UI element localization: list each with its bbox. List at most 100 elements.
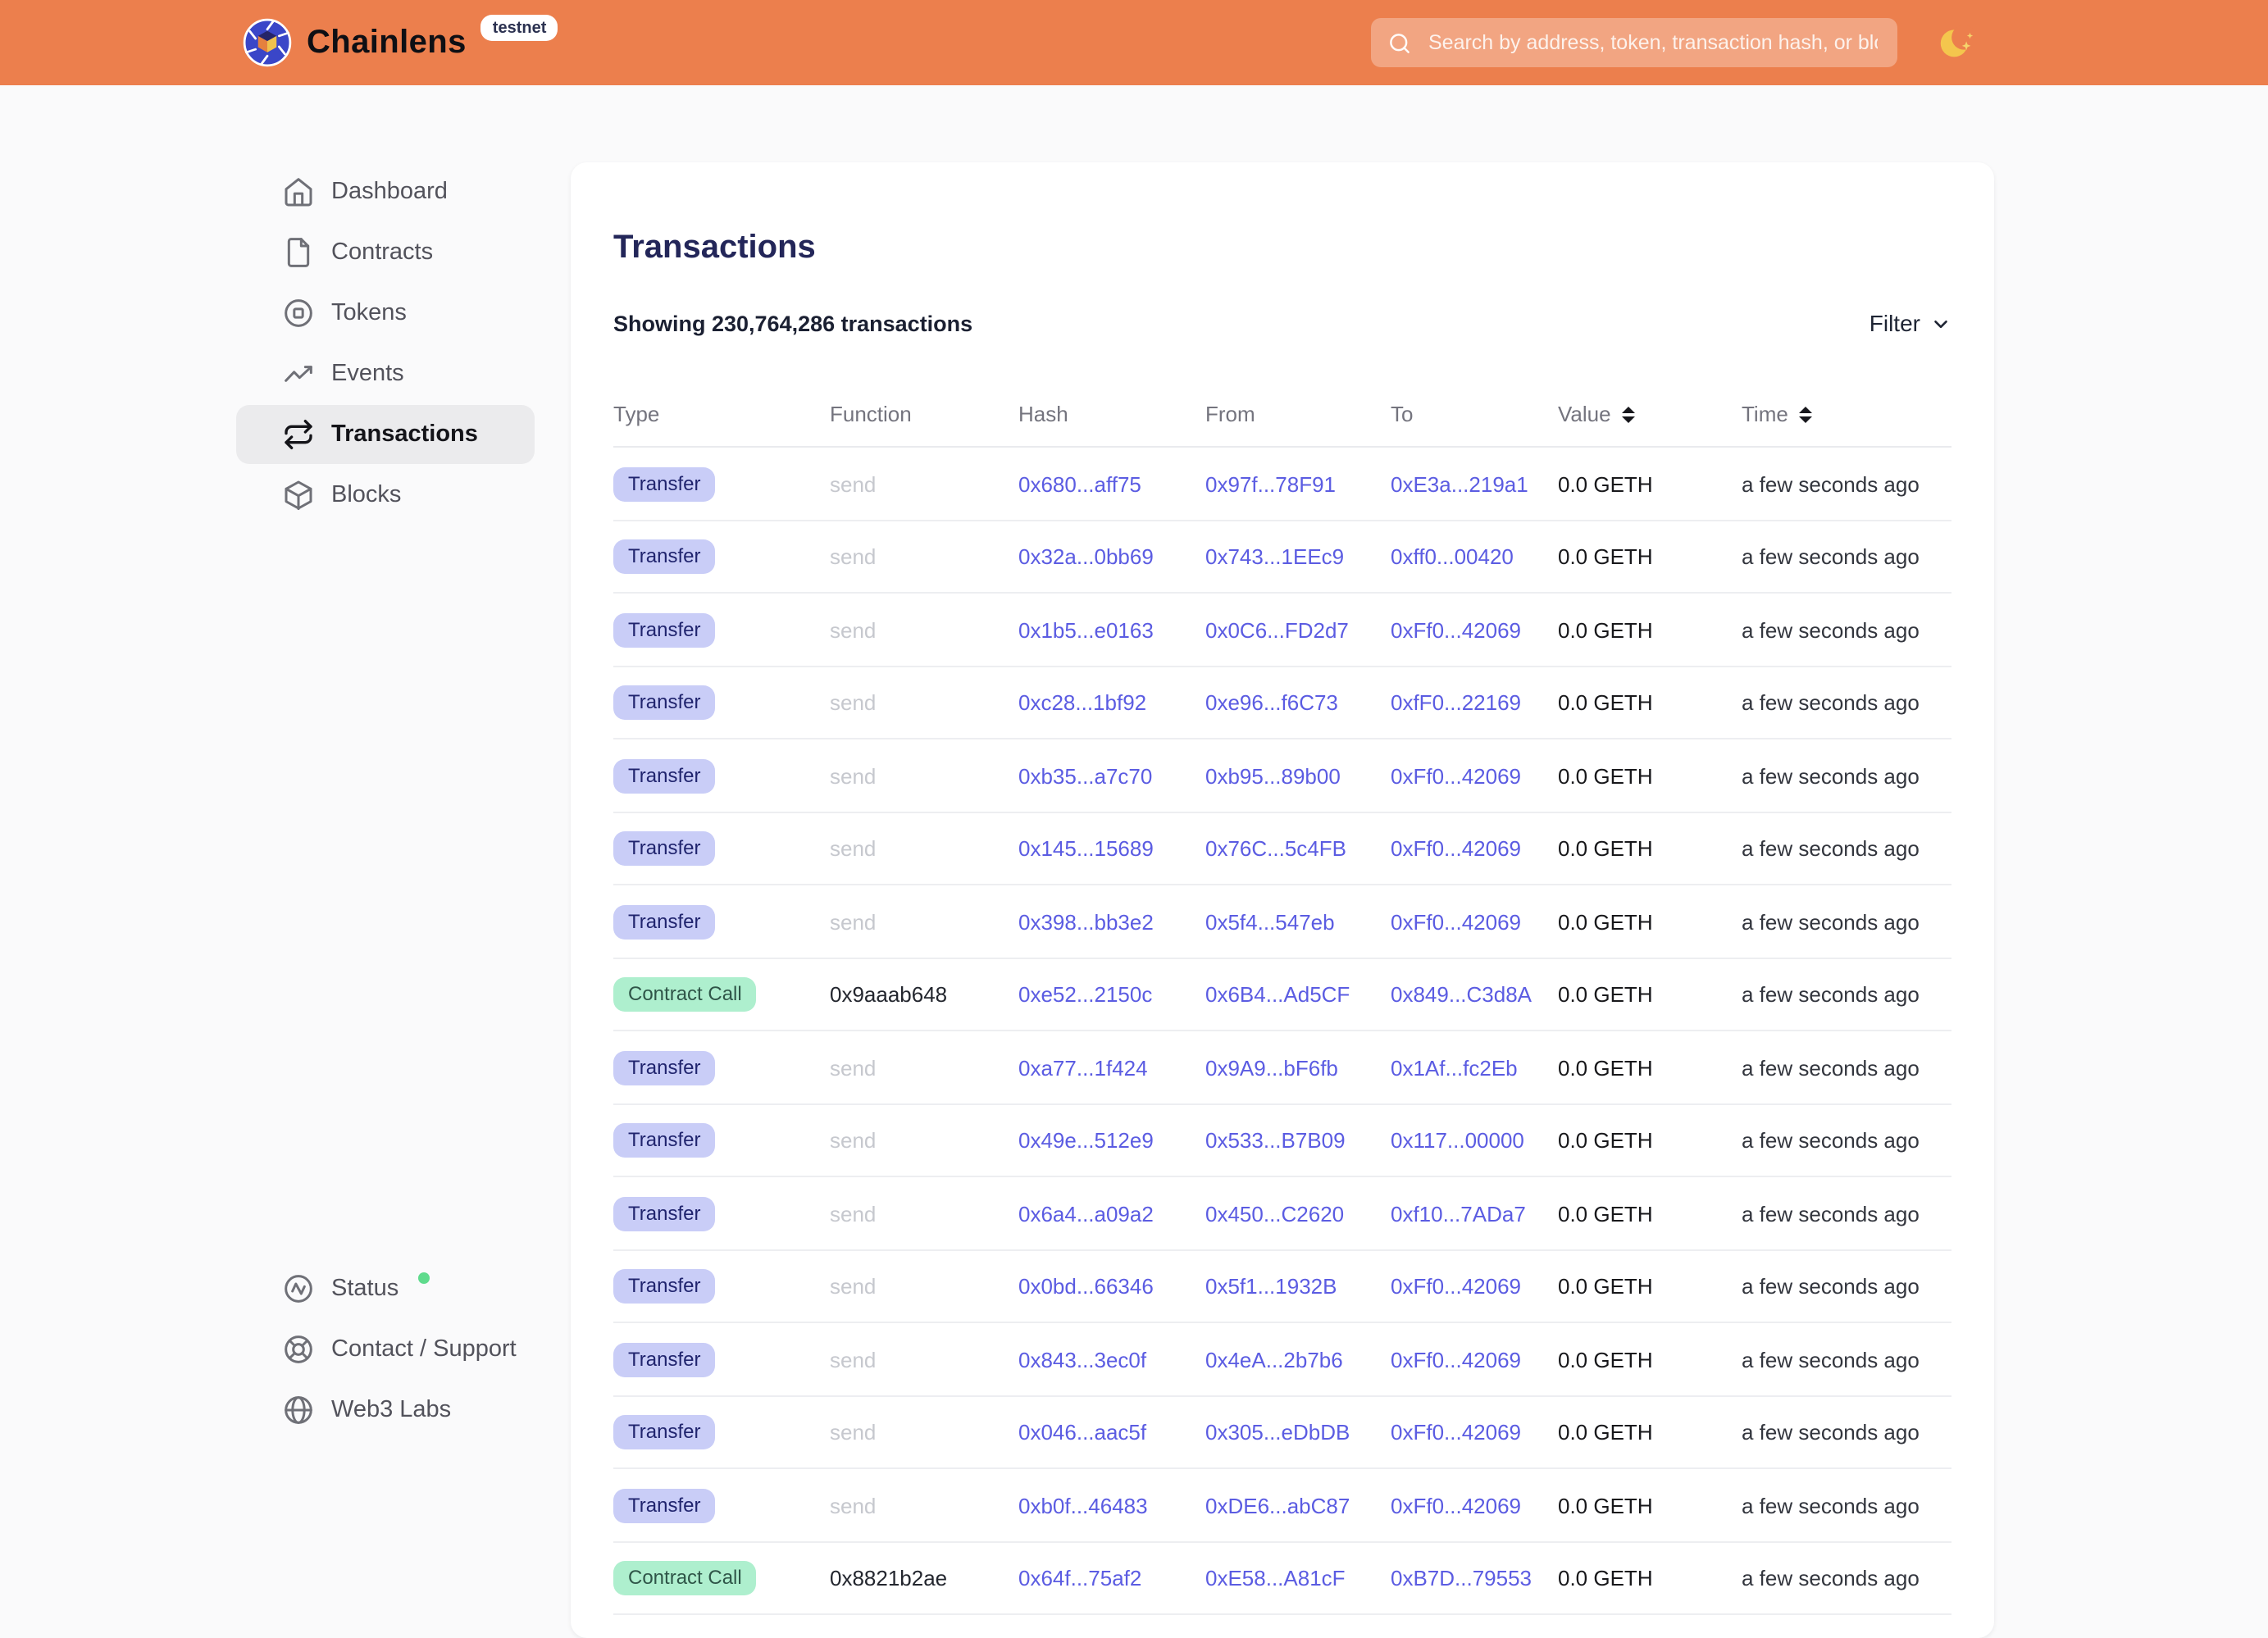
globe-icon [282, 1394, 315, 1426]
column-header-function: Function [830, 403, 1018, 427]
from-address-link[interactable]: 0x5f1...1932B [1205, 1274, 1391, 1299]
to-address-link[interactable]: 0xFf0...42069 [1391, 836, 1558, 861]
hash-link[interactable]: 0xe52...2150c [1018, 982, 1205, 1007]
trending-up-icon [282, 357, 315, 390]
type-badge: Transfer [613, 1269, 715, 1304]
hash-link[interactable]: 0x49e...512e9 [1018, 1128, 1205, 1153]
repeat-arrows-icon [282, 418, 315, 451]
brand-home-link[interactable]: Chainlens testnet [243, 0, 558, 85]
from-address-link[interactable]: 0x305...eDbDB [1205, 1420, 1391, 1445]
function-cell: send [830, 1493, 1018, 1517]
sidebar-item-label: Contact / Support [331, 1336, 517, 1363]
table-row: Transfer send 0x6a4...a09a2 0x450...C262… [613, 1178, 1951, 1251]
from-address-link[interactable]: 0x4eA...2b7b6 [1205, 1347, 1391, 1372]
column-header-type: Type [613, 403, 830, 427]
value-cell: 0.0 GETH [1558, 1055, 1742, 1080]
filter-button[interactable]: Filter [1870, 311, 1951, 337]
to-address-link[interactable]: 0xFf0...42069 [1391, 1347, 1558, 1372]
time-cell: a few seconds ago [1742, 836, 1951, 861]
to-address-link[interactable]: 0xFf0...42069 [1391, 1493, 1558, 1517]
to-address-link[interactable]: 0xFf0...42069 [1391, 909, 1558, 934]
table-row: Transfer send 0x32a...0bb69 0x743...1EEc… [613, 521, 1951, 594]
time-cell: a few seconds ago [1742, 1566, 1951, 1590]
sidebar-item-contact-support[interactable]: Contact / Support [236, 1320, 535, 1379]
to-address-link[interactable]: 0xFf0...42069 [1391, 617, 1558, 642]
to-address-link[interactable]: 0xfF0...22169 [1391, 690, 1558, 715]
sidebar-item-web3-labs[interactable]: Web3 Labs [236, 1381, 535, 1440]
sidebar-item-contracts[interactable]: Contracts [236, 223, 535, 282]
to-address-link[interactable]: 0xFf0...42069 [1391, 1420, 1558, 1445]
value-cell: 0.0 GETH [1558, 982, 1742, 1007]
sort-icon[interactable] [1800, 406, 1813, 423]
hash-link[interactable]: 0xb35...a7c70 [1018, 763, 1205, 788]
function-cell: send [830, 1274, 1018, 1299]
column-header-time[interactable]: Time [1742, 403, 1951, 427]
hash-link[interactable]: 0xc28...1bf92 [1018, 690, 1205, 715]
from-address-link[interactable]: 0x76C...5c4FB [1205, 836, 1391, 861]
from-address-link[interactable]: 0x9A9...bF6fb [1205, 1055, 1391, 1080]
type-badge: Transfer [613, 1196, 715, 1231]
time-cell: a few seconds ago [1742, 1420, 1951, 1445]
to-address-link[interactable]: 0x117...00000 [1391, 1128, 1558, 1153]
sidebar-item-status[interactable]: Status [236, 1259, 535, 1318]
to-address-link[interactable]: 0xf10...7ADa7 [1391, 1201, 1558, 1226]
hash-link[interactable]: 0x398...bb3e2 [1018, 909, 1205, 934]
hash-link[interactable]: 0x843...3ec0f [1018, 1347, 1205, 1372]
type-badge: Transfer [613, 612, 715, 647]
from-address-link[interactable]: 0x743...1EEc9 [1205, 544, 1391, 569]
from-address-link[interactable]: 0x0C6...FD2d7 [1205, 617, 1391, 642]
search-input[interactable] [1425, 30, 1881, 56]
from-address-link[interactable]: 0x533...B7B09 [1205, 1128, 1391, 1153]
function-cell: send [830, 836, 1018, 861]
value-cell: 0.0 GETH [1558, 471, 1742, 496]
status-pulse-icon [282, 1272, 315, 1305]
time-cell: a few seconds ago [1742, 1201, 1951, 1226]
hash-link[interactable]: 0x64f...75af2 [1018, 1566, 1205, 1590]
hash-link[interactable]: 0x680...aff75 [1018, 471, 1205, 496]
time-cell: a few seconds ago [1742, 982, 1951, 1007]
type-badge: Transfer [613, 466, 715, 501]
column-header-value[interactable]: Value [1558, 403, 1742, 427]
to-address-link[interactable]: 0xFf0...42069 [1391, 763, 1558, 788]
dark-mode-moon-icon[interactable] [1938, 25, 1974, 61]
time-cell: a few seconds ago [1742, 1347, 1951, 1372]
sidebar-item-blocks[interactable]: Blocks [236, 466, 535, 525]
hash-link[interactable]: 0x32a...0bb69 [1018, 544, 1205, 569]
from-address-link[interactable]: 0xDE6...abC87 [1205, 1493, 1391, 1517]
type-badge: Transfer [613, 1050, 715, 1085]
table-row: Transfer send 0x1b5...e0163 0x0C6...FD2d… [613, 594, 1951, 667]
from-address-link[interactable]: 0x5f4...547eb [1205, 909, 1391, 934]
from-address-link[interactable]: 0xE58...A81cF [1205, 1566, 1391, 1590]
hash-link[interactable]: 0xb0f...46483 [1018, 1493, 1205, 1517]
hash-link[interactable]: 0x0bd...66346 [1018, 1274, 1205, 1299]
hash-link[interactable]: 0x046...aac5f [1018, 1420, 1205, 1445]
from-address-link[interactable]: 0x6B4...Ad5CF [1205, 982, 1391, 1007]
transactions-card: Transactions Showing 230,764,286 transac… [571, 162, 1994, 1638]
hash-link[interactable]: 0x6a4...a09a2 [1018, 1201, 1205, 1226]
to-address-link[interactable]: 0x1Af...fc2Eb [1391, 1055, 1558, 1080]
chevron-down-icon [1930, 313, 1951, 334]
sidebar-item-label: Blocks [331, 482, 401, 508]
sidebar-item-dashboard[interactable]: Dashboard [236, 162, 535, 221]
hash-link[interactable]: 0x145...15689 [1018, 836, 1205, 861]
function-cell: send [830, 471, 1018, 496]
from-address-link[interactable]: 0xe96...f6C73 [1205, 690, 1391, 715]
from-address-link[interactable]: 0x97f...78F91 [1205, 471, 1391, 496]
sidebar-item-events[interactable]: Events [236, 344, 535, 403]
to-address-link[interactable]: 0xFf0...42069 [1391, 1274, 1558, 1299]
sidebar-item-tokens[interactable]: Tokens [236, 284, 535, 343]
to-address-link[interactable]: 0xE3a...219a1 [1391, 471, 1558, 496]
function-cell: send [830, 544, 1018, 569]
sidebar-item-transactions[interactable]: Transactions [236, 405, 535, 464]
hash-link[interactable]: 0xa77...1f424 [1018, 1055, 1205, 1080]
value-cell: 0.0 GETH [1558, 617, 1742, 642]
function-cell: send [830, 1347, 1018, 1372]
to-address-link[interactable]: 0x849...C3d8A [1391, 982, 1558, 1007]
from-address-link[interactable]: 0xb95...89b00 [1205, 763, 1391, 788]
from-address-link[interactable]: 0x450...C2620 [1205, 1201, 1391, 1226]
sidebar-footer: Status Contact / Support Web3 Labs [236, 1259, 535, 1440]
to-address-link[interactable]: 0xff0...00420 [1391, 544, 1558, 569]
sort-icon[interactable] [1623, 406, 1636, 423]
hash-link[interactable]: 0x1b5...e0163 [1018, 617, 1205, 642]
to-address-link[interactable]: 0xB7D...79553 [1391, 1566, 1558, 1590]
